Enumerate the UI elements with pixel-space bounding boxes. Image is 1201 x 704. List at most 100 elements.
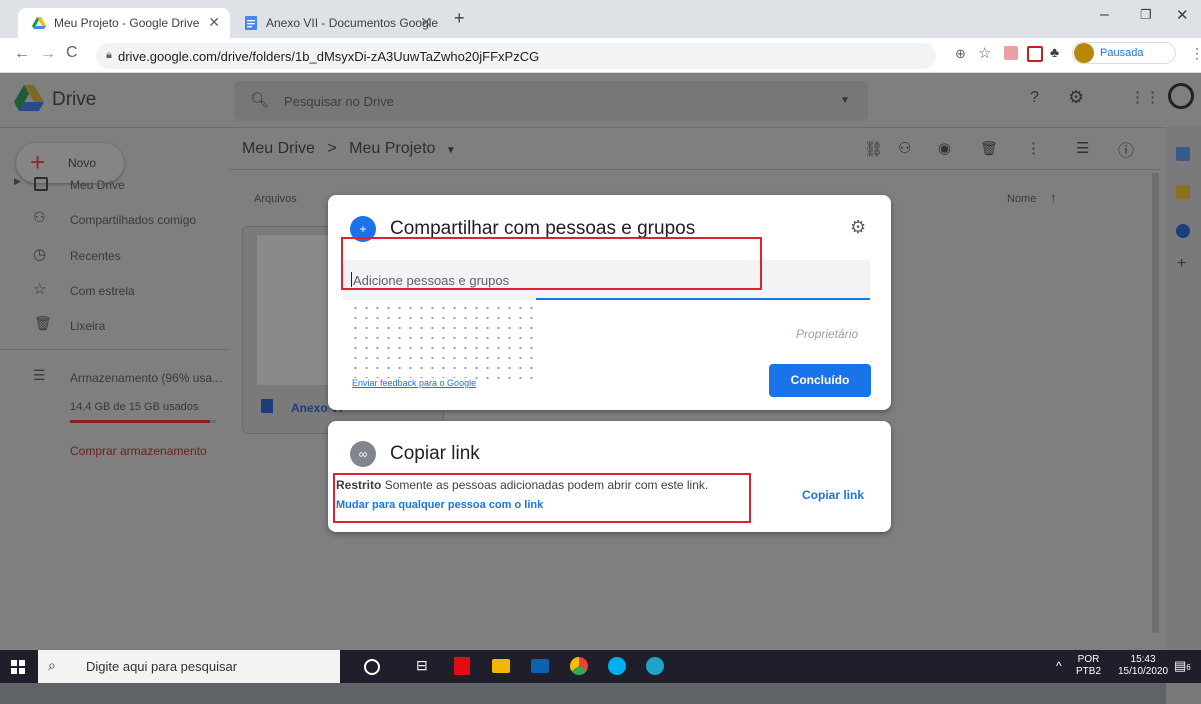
forward-icon[interactable]: → bbox=[40, 45, 56, 63]
list-view-icon[interactable]: ☰ bbox=[1076, 139, 1089, 157]
apps-grid-icon[interactable]: ⋮⋮ bbox=[1130, 88, 1160, 106]
sharing-settings-gear-icon[interactable]: ⚙ bbox=[850, 217, 866, 238]
close-tab-icon[interactable]: ✕ bbox=[420, 14, 432, 31]
close-tab-icon[interactable]: ✕ bbox=[208, 14, 220, 31]
settings-gear-icon[interactable]: ⚙ bbox=[1068, 87, 1084, 108]
link-icon: ∞ bbox=[350, 441, 376, 467]
search-placeholder: Pesquisar no Drive bbox=[284, 94, 394, 109]
task-view-icon[interactable]: ⊟ bbox=[416, 657, 428, 674]
search-icon: ⌕ bbox=[48, 657, 56, 673]
search-options-icon[interactable]: ▼ bbox=[840, 95, 850, 106]
sort-by-name[interactable]: Nome bbox=[1007, 193, 1036, 205]
tray-expand-icon[interactable]: ^ bbox=[1056, 659, 1062, 673]
pocket-extension-icon[interactable] bbox=[1027, 46, 1043, 62]
time: 15:43 bbox=[1130, 654, 1156, 665]
language-indicator[interactable]: POR PTB2 bbox=[1076, 654, 1101, 678]
tasks-icon[interactable] bbox=[1176, 224, 1190, 238]
taskbar-search-placeholder: Digite aqui para pesquisar bbox=[86, 659, 238, 674]
plus-icon: + bbox=[30, 147, 46, 177]
window-close-icon[interactable]: ✕ bbox=[1176, 6, 1189, 24]
sidebar-item-lixeira[interactable]: Lixeira bbox=[70, 319, 105, 333]
lock-icon: 🔒︎ bbox=[106, 49, 112, 61]
files-section-label: Arquivos bbox=[254, 193, 297, 205]
new-button[interactable]: + Novo bbox=[16, 143, 124, 183]
reload-icon[interactable]: C bbox=[66, 44, 78, 62]
chevron-down-icon[interactable]: ▼ bbox=[446, 145, 456, 156]
search-box[interactable]: 🔍︎ Pesquisar no Drive ▼ bbox=[234, 81, 868, 121]
expand-arrow-icon[interactable]: ▶ bbox=[14, 176, 21, 187]
windows-start-icon[interactable] bbox=[11, 660, 25, 674]
side-panel: + › bbox=[1166, 127, 1201, 704]
account-avatar[interactable] bbox=[1168, 83, 1194, 109]
pdf-extension-icon[interactable] bbox=[1004, 46, 1018, 60]
back-icon[interactable]: ← bbox=[14, 45, 30, 63]
owner-label: Proprietário bbox=[796, 327, 859, 341]
done-button[interactable]: Concluído bbox=[769, 364, 871, 397]
share-dialog: + Compartilhar com pessoas e grupos ⚙ Ad… bbox=[328, 195, 891, 410]
add-icon[interactable]: ⊕ bbox=[955, 46, 966, 62]
add-addon-icon[interactable]: + bbox=[1177, 255, 1186, 273]
sidebar-divider bbox=[0, 349, 230, 350]
storage-bar-fill bbox=[70, 420, 211, 423]
chrome-menu-icon[interactable]: ⋮ bbox=[1190, 45, 1201, 62]
restore-icon[interactable]: ❐ bbox=[1140, 7, 1152, 23]
copy-link-title: Copiar link bbox=[390, 443, 480, 464]
delete-icon[interactable]: 🗑︎ bbox=[980, 140, 998, 157]
breadcrumb-separator: > bbox=[327, 140, 337, 157]
bookmark-star-icon[interactable]: ☆ bbox=[978, 44, 991, 62]
edge-icon[interactable] bbox=[646, 657, 664, 675]
copy-link-button[interactable]: Copiar link bbox=[802, 488, 864, 502]
sidebar-item-compartilhados[interactable]: Compartilhados comigo bbox=[70, 213, 196, 227]
sort-arrow-up-icon[interactable]: ↑ bbox=[1050, 190, 1057, 205]
new-tab-icon[interactable]: + bbox=[454, 8, 465, 29]
storage-icon: ☰ bbox=[33, 367, 46, 383]
notification-center-icon[interactable]: ▤6 bbox=[1174, 658, 1191, 674]
storage-label[interactable]: Armazenamento (96% usa... bbox=[70, 371, 222, 385]
calendar-icon[interactable] bbox=[1176, 147, 1190, 161]
clock[interactable]: 15:43 15/10/2020 bbox=[1118, 654, 1168, 678]
buy-storage-link[interactable]: Comprar armazenamento bbox=[70, 444, 207, 458]
tab-title: Meu Projeto - Google Drive bbox=[54, 16, 200, 30]
skype-icon[interactable] bbox=[608, 657, 626, 675]
notification-count: 6 bbox=[1186, 663, 1191, 672]
extensions-icon[interactable]: ♣ bbox=[1050, 44, 1059, 60]
chrome-icon[interactable] bbox=[570, 657, 588, 675]
google-docs-icon bbox=[245, 16, 257, 30]
people-icon: ⚇ bbox=[33, 209, 46, 225]
minimize-icon[interactable]: – bbox=[1100, 6, 1109, 24]
breadcrumb: Meu Drive > Meu Projeto ▼ bbox=[242, 140, 456, 158]
breadcrumb-root[interactable]: Meu Drive bbox=[242, 140, 315, 157]
help-icon[interactable]: ? bbox=[1030, 89, 1039, 107]
tab-drive[interactable]: Meu Projeto - Google Drive ✕ bbox=[18, 8, 230, 38]
date: 15/10/2020 bbox=[1118, 666, 1169, 677]
avatar bbox=[1074, 43, 1094, 63]
link-icon[interactable]: ⛓ bbox=[864, 140, 883, 158]
google-drive-icon bbox=[32, 17, 46, 29]
feedback-link[interactable]: Enviar feedback para o Google bbox=[352, 378, 477, 388]
profile-button[interactable]: Pausada bbox=[1072, 42, 1176, 64]
header-divider bbox=[0, 127, 1201, 128]
tab-docs[interactable]: Anexo VII - Documentos Google ✕ bbox=[230, 8, 442, 38]
preview-eye-icon[interactable]: ◉ bbox=[938, 139, 951, 157]
drive-folder-icon bbox=[34, 177, 48, 191]
more-options-icon[interactable]: ⋮ bbox=[1026, 139, 1041, 157]
scrollbar[interactable] bbox=[1152, 173, 1159, 633]
browser-tab-strip: Meu Projeto - Google Drive ✕ Anexo VII -… bbox=[0, 0, 1201, 38]
mail-icon[interactable] bbox=[531, 659, 549, 673]
address-bar[interactable]: 🔒︎ drive.google.com/drive/folders/1b_dMs… bbox=[96, 43, 936, 69]
cortana-icon[interactable] bbox=[364, 659, 380, 675]
sidebar-item-meu-drive[interactable]: Meu Drive bbox=[70, 178, 125, 192]
info-icon[interactable]: ⓘ bbox=[1118, 137, 1134, 161]
keep-icon[interactable] bbox=[1176, 185, 1190, 199]
input-focus-underline bbox=[536, 298, 870, 300]
file-explorer-icon[interactable] bbox=[492, 659, 510, 673]
add-person-icon[interactable]: ⚇ bbox=[898, 139, 911, 157]
trash-icon: 🗑︎ bbox=[34, 315, 52, 331]
sidebar-item-com-estrela[interactable]: Com estrela bbox=[70, 284, 135, 298]
sidebar-item-recentes[interactable]: Recentes bbox=[70, 249, 121, 263]
taskbar-search[interactable]: ⌕ Digite aqui para pesquisar bbox=[38, 650, 340, 683]
netflix-icon[interactable] bbox=[454, 657, 470, 675]
highlight-add-people bbox=[341, 237, 762, 290]
breadcrumb-current[interactable]: Meu Projeto bbox=[349, 140, 435, 157]
docs-file-icon bbox=[261, 399, 273, 413]
